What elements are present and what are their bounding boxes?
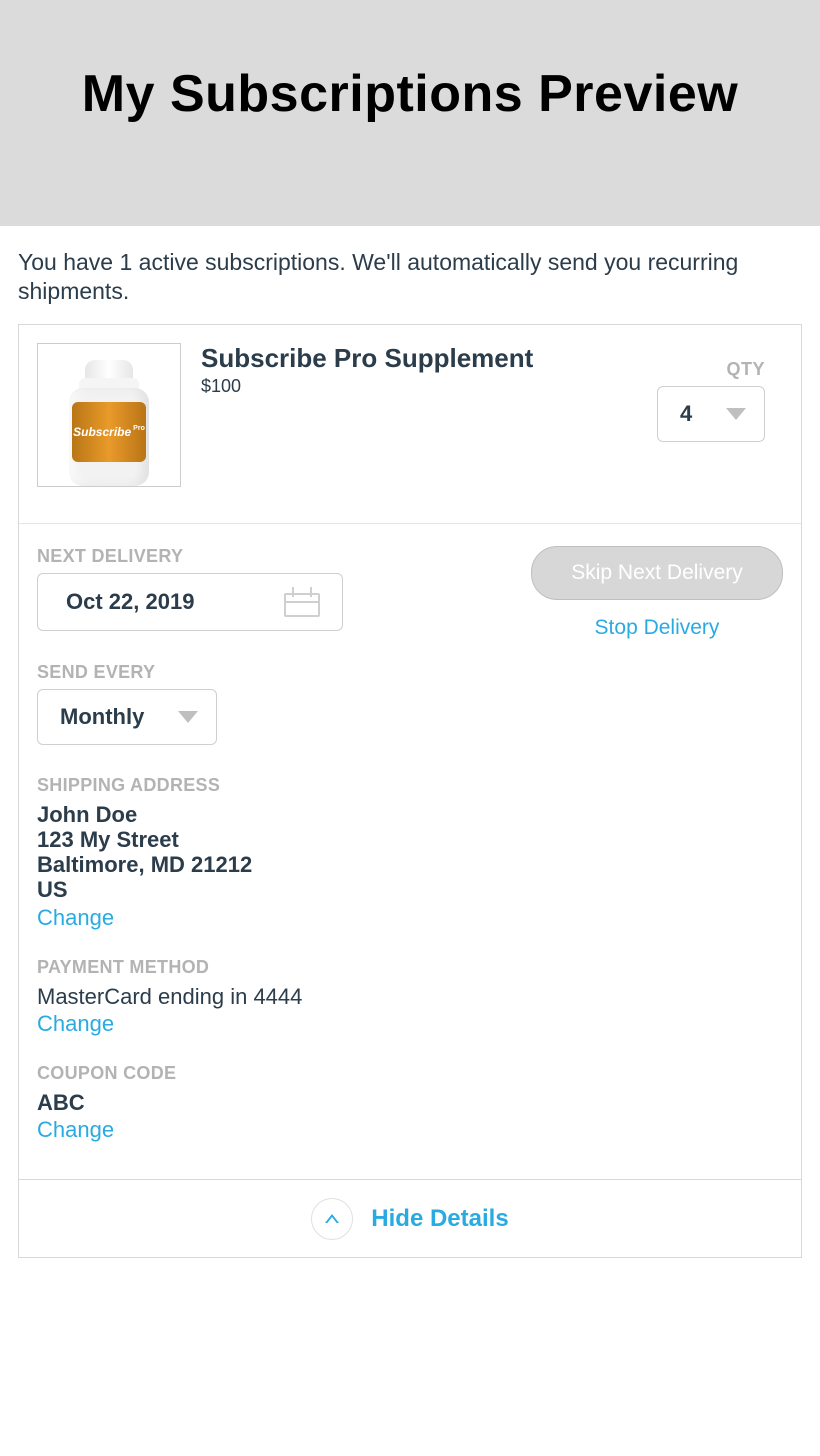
product-row: SubscribePro Subscribe Pro Supplement $1… <box>19 325 801 524</box>
shipping-city: Baltimore, MD 21212 <box>37 852 783 877</box>
shipping-change-link[interactable]: Change <box>37 905 114 931</box>
next-delivery-label: NEXT DELIVERY <box>37 546 343 567</box>
collapse-button[interactable] <box>311 1198 353 1240</box>
payment-method-block: PAYMENT METHOD MasterCard ending in 4444… <box>37 957 783 1037</box>
frequency-select[interactable]: Monthly <box>37 689 217 745</box>
shipping-address-label: SHIPPING ADDRESS <box>37 775 783 796</box>
send-every-label: SEND EVERY <box>37 662 783 683</box>
coupon-code-label: COUPON CODE <box>37 1063 783 1084</box>
page-title: My Subscriptions Preview <box>82 64 738 124</box>
payment-method-text: MasterCard ending in 4444 <box>37 984 783 1009</box>
product-price: $100 <box>201 376 657 397</box>
calendar-icon <box>284 587 320 617</box>
coupon-code-value: ABC <box>37 1090 783 1115</box>
next-delivery-input[interactable]: Oct 22, 2019 <box>37 573 343 631</box>
product-name: Subscribe Pro Supplement <box>201 343 657 374</box>
chevron-up-icon <box>325 1214 339 1223</box>
shipping-address-block: SHIPPING ADDRESS John Doe 123 My Street … <box>37 775 783 931</box>
shipping-street: 123 My Street <box>37 827 783 852</box>
hide-details-toggle[interactable]: Hide Details <box>19 1179 801 1257</box>
qty-select[interactable]: 4 <box>657 386 765 442</box>
page-banner: My Subscriptions Preview <box>0 0 820 226</box>
intro-text: You have 1 active subscriptions. We'll a… <box>0 226 820 324</box>
chevron-down-icon <box>726 408 746 420</box>
product-image: SubscribePro <box>37 343 181 487</box>
shipping-name: John Doe <box>37 802 783 827</box>
qty-value: 4 <box>680 401 692 427</box>
payment-method-label: PAYMENT METHOD <box>37 957 783 978</box>
chevron-down-icon <box>178 711 198 723</box>
coupon-change-link[interactable]: Change <box>37 1117 114 1143</box>
frequency-value: Monthly <box>60 704 144 730</box>
shipping-country: US <box>37 877 783 902</box>
next-delivery-date: Oct 22, 2019 <box>66 589 194 615</box>
hide-details-label: Hide Details <box>371 1205 508 1233</box>
skip-next-delivery-button[interactable]: Skip Next Delivery <box>531 546 783 600</box>
payment-change-link[interactable]: Change <box>37 1011 114 1037</box>
subscription-card: SubscribePro Subscribe Pro Supplement $1… <box>18 324 802 1259</box>
coupon-code-block: COUPON CODE ABC Change <box>37 1063 783 1143</box>
stop-delivery-link[interactable]: Stop Delivery <box>595 616 720 640</box>
qty-label: QTY <box>726 359 765 380</box>
